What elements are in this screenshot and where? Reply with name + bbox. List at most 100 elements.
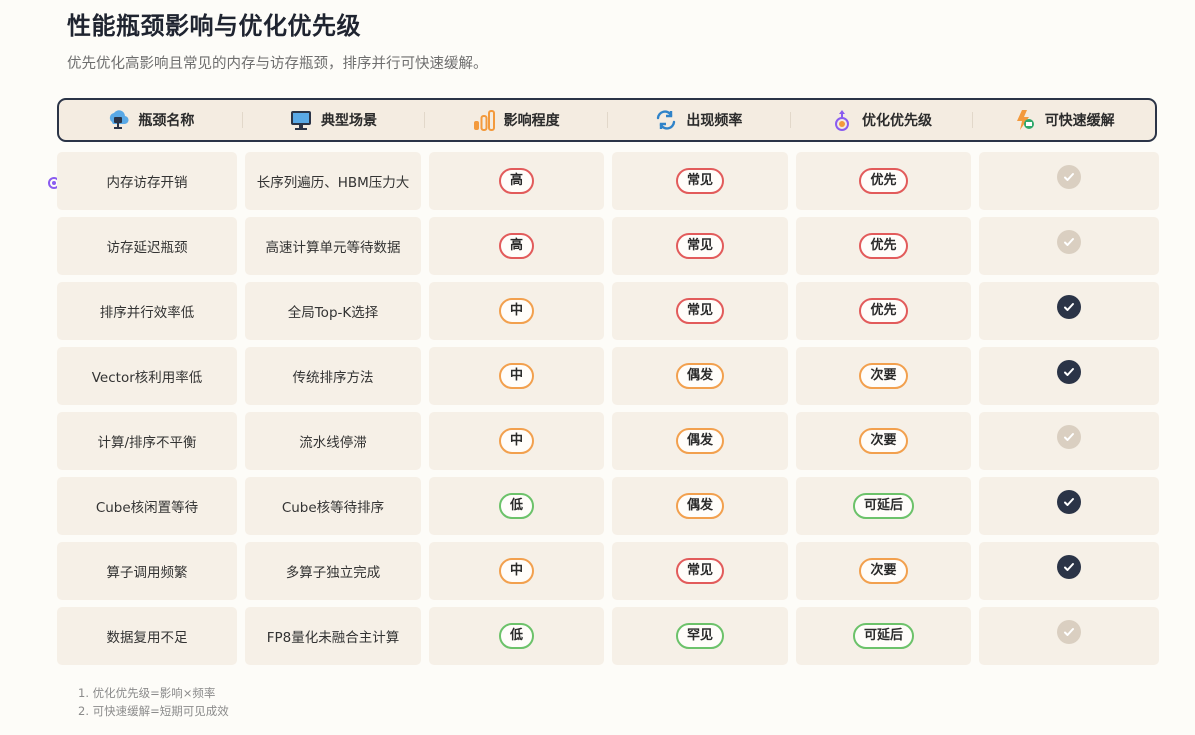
table-row[interactable]: Vector核利用率低 传统排序方法 中 偶发 次要 <box>57 347 1159 405</box>
priority-flask-icon <box>830 108 854 132</box>
priority-badge: 优先 <box>859 233 908 259</box>
impact-badge: 中 <box>498 298 534 324</box>
impact-badge: 低 <box>498 493 534 519</box>
bottleneck-name: 算子调用频繁 <box>57 542 237 600</box>
cloud-monitor-icon <box>106 108 130 132</box>
quick-fix-cell <box>979 412 1159 470</box>
quick-fix-cell <box>979 477 1159 535</box>
check-disabled-icon <box>1057 230 1081 254</box>
table-row[interactable]: 计算/排序不平衡 流水线停滞 中 偶发 次要 <box>57 412 1159 470</box>
impact-cell: 中 <box>429 542 604 600</box>
header-label: 优化优先级 <box>862 113 933 129</box>
scenario: 多算子独立完成 <box>245 542 421 600</box>
priority-cell: 优先 <box>796 152 971 210</box>
quick-fix-cell <box>979 282 1159 340</box>
frequency-cell: 常见 <box>612 217 788 275</box>
check-disabled-icon <box>1057 620 1081 644</box>
impact-badge: 高 <box>498 168 534 194</box>
frequency-badge: 常见 <box>675 233 724 259</box>
priority-cell: 次要 <box>796 542 971 600</box>
scenario: 传统排序方法 <box>245 347 421 405</box>
table-row[interactable]: 数据复用不足 FP8量化未融合主计算 低 罕见 可延后 <box>57 607 1159 665</box>
bottleneck-name: 数据复用不足 <box>57 607 237 665</box>
page-subtitle: 优先优化高影响且常见的内存与访存瓶颈，排序并行可快速缓解。 <box>67 56 488 72</box>
bottleneck-name: 计算/排序不平衡 <box>57 412 237 470</box>
frequency-cell: 偶发 <box>612 477 788 535</box>
frequency-cell: 常见 <box>612 152 788 210</box>
priority-badge: 优先 <box>859 168 908 194</box>
footnote-1: 1. 优化优先级=影响×频率 <box>78 686 216 700</box>
impact-badge: 中 <box>498 363 534 389</box>
impact-badge: 高 <box>498 233 534 259</box>
scenario: 流水线停滞 <box>245 412 421 470</box>
check-icon <box>1057 555 1081 579</box>
frequency-badge: 罕见 <box>675 623 724 649</box>
priority-cell: 优先 <box>796 217 971 275</box>
bar-chart-icon <box>472 108 496 132</box>
priority-cell: 可延后 <box>796 607 971 665</box>
refresh-icon <box>654 108 678 132</box>
header-label: 影响程度 <box>503 113 560 129</box>
table-row[interactable]: 访存延迟瓶颈 高速计算单元等待数据 高 常见 优先 <box>57 217 1159 275</box>
scenario: 全局Top-K选择 <box>245 282 421 340</box>
impact-cell: 中 <box>429 412 604 470</box>
table-row[interactable]: 算子调用频繁 多算子独立完成 中 常见 次要 <box>57 542 1159 600</box>
header-label: 瓶颈名称 <box>138 113 195 129</box>
impact-cell: 高 <box>429 152 604 210</box>
check-icon <box>1057 490 1081 514</box>
priority-badge: 次要 <box>859 558 908 584</box>
impact-badge: 中 <box>498 558 534 584</box>
header-quick-fix[interactable]: 可快速缓解 <box>972 100 1155 140</box>
scenario: 长序列遍历、HBM压力大 <box>245 152 421 210</box>
frequency-cell: 常见 <box>612 542 788 600</box>
header-label: 出现频率 <box>686 113 743 129</box>
scenario: FP8量化未融合主计算 <box>245 607 421 665</box>
frequency-badge: 偶发 <box>675 363 724 389</box>
frequency-cell: 常见 <box>612 282 788 340</box>
priority-cell: 优先 <box>796 282 971 340</box>
page-title: 性能瓶颈影响与优化优先级 <box>67 12 361 40</box>
quick-fix-cell <box>979 217 1159 275</box>
footnotes: 1. 优化优先级=影响×频率 2. 可快速缓解=短期可见成效 <box>78 684 229 720</box>
impact-cell: 中 <box>429 282 604 340</box>
impact-cell: 低 <box>429 477 604 535</box>
frequency-cell: 偶发 <box>612 347 788 405</box>
bottleneck-name: Vector核利用率低 <box>57 347 237 405</box>
table-header: 瓶颈名称 典型场景 影响程度 出现频率 优化优先级 可快速缓解 <box>57 98 1157 142</box>
header-label: 典型场景 <box>321 113 377 129</box>
impact-cell: 高 <box>429 217 604 275</box>
header-bottleneck-name[interactable]: 瓶颈名称 <box>59 100 242 140</box>
header-impact[interactable]: 影响程度 <box>424 100 607 140</box>
header-frequency[interactable]: 出现频率 <box>607 100 790 140</box>
scenario: 高速计算单元等待数据 <box>245 217 421 275</box>
check-disabled-icon <box>1057 425 1081 449</box>
monitor-icon <box>289 108 313 132</box>
frequency-badge: 偶发 <box>675 493 724 519</box>
table-row[interactable]: 排序并行效率低 全局Top-K选择 中 常见 优先 <box>57 282 1159 340</box>
check-icon <box>1057 360 1081 384</box>
table-row[interactable]: 内存访存开销 长序列遍历、HBM压力大 高 常见 优先 <box>57 152 1159 210</box>
frequency-badge: 常见 <box>675 168 724 194</box>
priority-cell: 次要 <box>796 412 971 470</box>
header-scenario[interactable]: 典型场景 <box>241 100 425 140</box>
priority-badge: 可延后 <box>852 623 914 649</box>
frequency-badge: 常见 <box>675 298 724 324</box>
header-priority[interactable]: 优化优先级 <box>789 100 973 140</box>
frequency-cell: 偶发 <box>612 412 788 470</box>
table-row[interactable]: Cube核闲置等待 Cube核等待排序 低 偶发 可延后 <box>57 477 1159 535</box>
priority-badge: 次要 <box>859 428 908 454</box>
quick-fix-cell <box>979 152 1159 210</box>
bottleneck-name: 访存延迟瓶颈 <box>57 217 237 275</box>
quick-fix-cell <box>979 607 1159 665</box>
impact-cell: 低 <box>429 607 604 665</box>
frequency-badge: 偶发 <box>675 428 724 454</box>
scenario: Cube核等待排序 <box>245 477 421 535</box>
priority-badge: 可延后 <box>852 493 914 519</box>
frequency-cell: 罕见 <box>612 607 788 665</box>
impact-badge: 中 <box>498 428 534 454</box>
quick-fix-cell <box>979 347 1159 405</box>
priority-badge: 次要 <box>859 363 908 389</box>
bottleneck-name: 内存访存开销 <box>57 152 237 210</box>
check-icon <box>1057 295 1081 319</box>
footnote-2: 2. 可快速缓解=短期可见成效 <box>78 704 229 718</box>
